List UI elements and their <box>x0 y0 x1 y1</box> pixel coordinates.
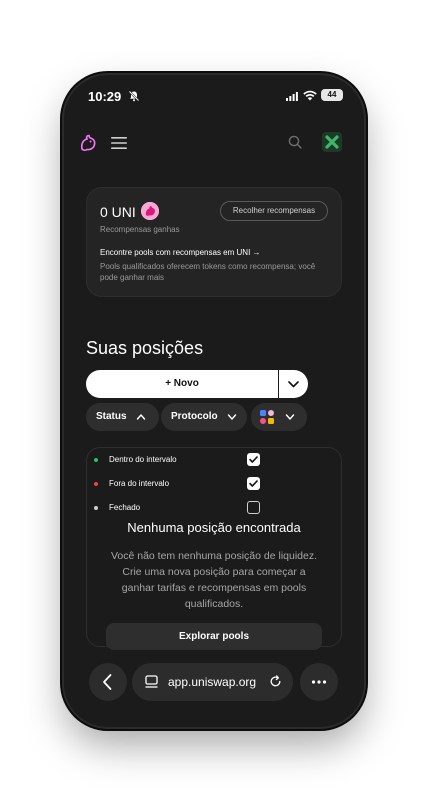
checkmark-icon <box>249 480 258 487</box>
empty-state-title: Nenhuma posição encontrada <box>127 520 301 535</box>
status-option-closed[interactable]: Fechado <box>87 500 287 516</box>
protocol-filter-chip[interactable]: Protocolo <box>161 403 247 431</box>
network-filter-chip[interactable] <box>251 403 307 431</box>
battery-indicator: 44 <box>321 89 343 101</box>
reload-icon[interactable] <box>269 675 282 688</box>
status-option-label: Dentro do intervalo <box>109 455 177 464</box>
more-options-button[interactable] <box>300 663 338 701</box>
protocol-filter-label: Protocolo <box>171 411 218 422</box>
in-range-dot <box>94 458 98 462</box>
menu-icon[interactable] <box>111 137 127 149</box>
status-option-label: Fora do intervalo <box>109 479 170 488</box>
in-range-checkbox[interactable] <box>247 453 260 466</box>
wifi-icon <box>303 90 317 101</box>
closed-checkbox[interactable] <box>247 501 260 514</box>
page-settings-icon[interactable] <box>145 675 158 689</box>
status-filter-label: Status <box>96 411 127 422</box>
url-text: app.uniswap.org <box>168 675 257 689</box>
status-bar: 10:29 44 <box>64 75 364 119</box>
rewards-card: 0 UNI Recompensas ganhas Recolher recomp… <box>86 187 342 297</box>
rewards-description: Pools qualificados oferecem tokens como … <box>100 262 316 282</box>
status-time: 10:29 <box>88 89 122 104</box>
empty-state-description: Você não tem nenhuma posição de liquidez… <box>110 550 318 610</box>
signal-icon <box>286 92 298 101</box>
status-option-in-range[interactable]: Dentro do intervalo <box>87 452 287 468</box>
more-dots-icon <box>311 680 327 684</box>
checkmark-icon <box>249 456 258 463</box>
closed-dot <box>94 506 98 510</box>
out-of-range-checkbox[interactable] <box>247 477 260 490</box>
chevron-down-icon <box>227 414 237 420</box>
browser-toolbar: app.uniswap.org <box>64 655 364 727</box>
all-networks-icon <box>260 410 274 424</box>
find-reward-pools-link[interactable]: Encontre pools com recompensas em UNI → <box>100 248 261 257</box>
chevron-down-icon <box>288 381 299 388</box>
bell-slash-icon <box>128 90 140 102</box>
status-filter-chip[interactable]: Status <box>86 403 159 431</box>
wallet-avatar-icon <box>325 135 339 149</box>
rewards-caption: Recompensas ganhas <box>100 225 180 234</box>
explore-pools-button[interactable]: Explorar pools <box>106 623 322 650</box>
back-button[interactable] <box>89 663 127 701</box>
new-position-dropdown-button[interactable] <box>279 370 308 398</box>
uniswap-logo-icon[interactable] <box>78 133 98 153</box>
status-option-out-of-range[interactable]: Fora do intervalo <box>87 476 287 492</box>
chevron-left-icon <box>103 674 112 690</box>
app-header <box>64 129 364 157</box>
chevron-down-icon <box>285 414 295 420</box>
status-filter-dropdown: Dentro do intervalo Fora do intervalo Fe… <box>86 447 342 647</box>
new-position-button[interactable]: + Novo <box>86 370 278 398</box>
chevron-up-icon <box>136 414 146 420</box>
wallet-avatar[interactable] <box>322 132 342 152</box>
rewards-amount: 0 UNI <box>100 204 136 220</box>
search-icon[interactable] <box>288 135 302 149</box>
collect-rewards-button[interactable]: Recolher recompensas <box>220 201 328 221</box>
address-bar[interactable]: app.uniswap.org <box>132 663 293 701</box>
positions-title: Suas posições <box>86 338 204 358</box>
uni-token-icon <box>141 202 159 220</box>
phone-frame: 10:29 44 0 UNI Recompensas ganhas Recolh… <box>64 75 364 727</box>
status-option-label: Fechado <box>109 503 141 512</box>
out-of-range-dot <box>94 482 98 486</box>
